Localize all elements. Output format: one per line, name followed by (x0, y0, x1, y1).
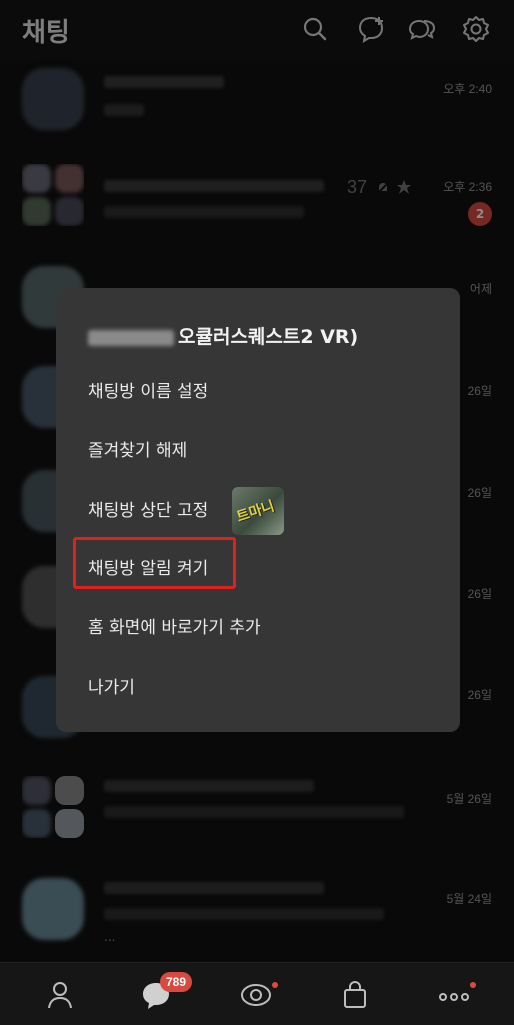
view-new-dot (272, 982, 278, 988)
menu-item-unfavorite[interactable]: 즐겨찾기 해제 (88, 436, 187, 461)
bottom-nav (0, 962, 514, 1025)
menu-title-text: 오큘러스퀘스트2 VR) (178, 326, 359, 348)
menu-item-pin-top[interactable]: 채팅방 상단 고정 (88, 496, 208, 521)
chat-unread-badge: 789 (160, 972, 193, 992)
sticker-image: 트마니 (232, 487, 284, 535)
view-icon[interactable] (238, 977, 274, 1013)
friends-icon[interactable] (42, 977, 78, 1013)
sticker-text: 트마니 (234, 498, 277, 526)
highlight-box (73, 537, 236, 589)
menu-item-leave[interactable]: 나가기 (88, 673, 135, 698)
more-new-dot (470, 982, 476, 988)
menu-title: 오큘러스퀘스트2 VR) (88, 322, 358, 349)
redacted-name (88, 329, 174, 346)
more-icon[interactable] (436, 977, 472, 1013)
shopping-icon[interactable] (337, 977, 373, 1013)
menu-item-home-shortcut[interactable]: 홈 화면에 바로가기 추가 (88, 613, 261, 638)
menu-item-rename[interactable]: 채팅방 이름 설정 (88, 377, 208, 402)
